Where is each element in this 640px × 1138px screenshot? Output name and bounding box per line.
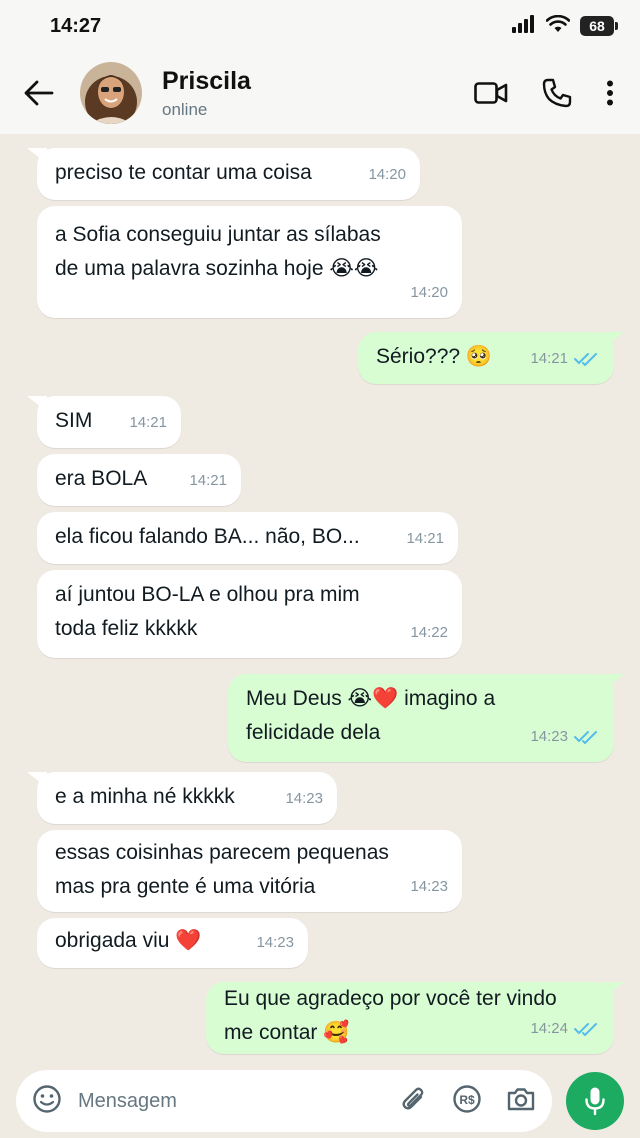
message-text: e a minha né kkkkk (55, 785, 235, 808)
message-meta: 14:22 (410, 616, 448, 650)
message-time: 14:21 (189, 472, 227, 489)
message-incoming[interactable]: era BOLA 14:21 (37, 454, 241, 506)
header-actions (474, 78, 614, 108)
camera-icon[interactable] (506, 1086, 536, 1117)
message-outgoing[interactable]: Eu que agradeço por você ter vindo me co… (206, 982, 624, 1054)
message-incoming[interactable]: ela ficou falando BA... não, BO... 14:21 (37, 512, 458, 564)
battery-icon: 68 (580, 16, 618, 36)
composer-icons: R$ (400, 1084, 536, 1119)
emoji-icon[interactable] (32, 1084, 62, 1119)
payment-icon[interactable]: R$ (452, 1084, 482, 1119)
status-icons: 68 (512, 14, 618, 38)
status-bar: 14:27 68 (0, 0, 640, 52)
contact-name: Priscila (162, 66, 251, 95)
message-text: mas pra gente é uma vitória (55, 875, 316, 898)
back-arrow-icon (24, 80, 54, 106)
signal-icon (512, 14, 536, 38)
message-text: ela ficou falando BA... não, BO... (55, 525, 360, 548)
chat-area[interactable]: preciso te contar uma coisa 14:20 a Sofi… (0, 134, 640, 1064)
message-time: 14:21 (406, 530, 444, 547)
message-time: 14:22 (410, 624, 448, 641)
status-time: 14:27 (50, 14, 102, 37)
message-time: 14:23 (285, 790, 323, 807)
message-meta: 14:21 (406, 522, 444, 556)
contact-status: online (162, 99, 208, 119)
message-text: toda feliz kkkkk (55, 617, 198, 640)
more-options-icon[interactable] (606, 80, 614, 106)
message-text: Eu que agradeço por você ter vindo (224, 987, 557, 1010)
message-text: Meu Deus 😭❤️ imagino a (246, 687, 496, 710)
mic-icon (585, 1087, 605, 1116)
video-call-icon[interactable] (474, 81, 508, 105)
message-time: 14:23 (530, 728, 568, 745)
double-check-icon (574, 353, 597, 366)
double-check-icon (574, 731, 597, 744)
message-incoming[interactable]: obrigada viu ❤️ 14:23 (37, 918, 308, 968)
svg-text:R$: R$ (459, 1093, 475, 1107)
message-composer: R$ (16, 1070, 552, 1132)
message-text: a Sofia conseguiu juntar as sílabas (55, 223, 381, 246)
message-incoming[interactable]: a Sofia conseguiu juntar as sílabas de u… (37, 206, 462, 318)
message-text: de uma palavra sozinha hoje 😭😭 (55, 257, 379, 280)
message-time: 14:20 (368, 166, 406, 183)
message-time: 14:23 (256, 934, 294, 951)
message-meta: 14:20 (410, 276, 448, 310)
message-time: 14:20 (410, 284, 448, 301)
avatar[interactable] (80, 62, 142, 124)
message-incoming[interactable]: e a minha né kkkkk 14:23 (27, 772, 337, 824)
wifi-icon (545, 14, 571, 38)
message-time: 14:21 (530, 350, 568, 367)
message-meta: 14:20 (368, 158, 406, 192)
message-text: aí juntou BO-LA e olhou pra mim (55, 583, 360, 606)
double-check-icon (574, 1023, 597, 1036)
message-outgoing[interactable]: Meu Deus 😭❤️ imagino a felicidade dela 1… (228, 674, 624, 762)
message-incoming[interactable]: preciso te contar uma coisa 14:20 (27, 148, 420, 200)
message-meta: 14:21 (129, 406, 167, 440)
message-meta: 14:23 (256, 926, 294, 960)
contact-info[interactable]: Priscila online (162, 67, 474, 120)
message-meta: 14:21 (530, 342, 600, 376)
mic-button[interactable] (566, 1072, 624, 1130)
voice-call-icon[interactable] (542, 78, 572, 108)
chat-header: Priscila online (0, 52, 640, 134)
message-incoming[interactable]: SIM 14:21 (27, 396, 181, 448)
message-meta: 14:21 (189, 464, 227, 498)
message-incoming[interactable]: aí juntou BO-LA e olhou pra mim toda fel… (37, 570, 462, 658)
message-meta: 14:23 (410, 870, 448, 904)
message-time: 14:23 (410, 878, 448, 895)
input-bar: R$ (0, 1064, 640, 1138)
message-meta: 14:24 (530, 1012, 600, 1046)
attach-icon[interactable] (400, 1084, 428, 1119)
message-outgoing[interactable]: Sério??? 🥺 14:21 (358, 332, 624, 384)
back-button[interactable] (18, 72, 60, 114)
message-time: 14:21 (129, 414, 167, 431)
message-input[interactable] (78, 1089, 400, 1113)
message-time: 14:24 (530, 1020, 568, 1037)
message-meta: 14:23 (530, 720, 600, 754)
message-text: preciso te contar uma coisa (55, 161, 312, 184)
message-text: essas coisinhas parecem pequenas (55, 841, 389, 864)
message-incoming[interactable]: essas coisinhas parecem pequenas mas pra… (37, 830, 462, 912)
message-meta: 14:23 (285, 782, 323, 816)
